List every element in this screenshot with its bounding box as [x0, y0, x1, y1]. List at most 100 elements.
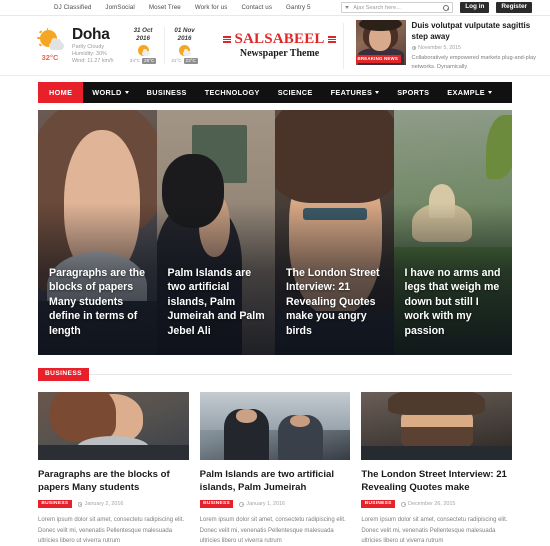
main-navigation: HOME WORLD BUSINESS TECHNOLOGY SCIENCE F… [38, 82, 512, 103]
forecast-date-1a: 31 Oct [133, 27, 153, 35]
forecast-high-1: 28°C [142, 57, 157, 64]
article-excerpt: Lorem ipsum dolor sit amet, consectetu r… [199, 517, 346, 545]
hero-caption-3[interactable]: The London Street Interview: 21 Revealin… [286, 266, 385, 339]
search-input[interactable]: Ajax Search here... [353, 5, 443, 11]
breaking-news-date-row: November 5, 2015 [411, 44, 538, 51]
top-link-work-for-us[interactable]: Work for us [195, 4, 228, 11]
hero-caption-4[interactable]: I have no arms and legs that weigh me do… [405, 266, 504, 339]
breaking-news-date: November 5, 2015 [418, 44, 461, 51]
chevron-down-icon [488, 91, 493, 94]
article-title[interactable]: Paragraphs are the blocks of papers Many… [38, 468, 189, 494]
breaking-news-text: Duis volutpat vulputate sagittis step aw… [411, 20, 538, 71]
forecast-low-1: 34°C [129, 58, 141, 64]
section-title-business[interactable]: BUSINESS [38, 368, 89, 381]
breaking-news-block[interactable]: BREAKING NEWS Duis volutpat vulputate sa… [355, 19, 538, 71]
top-right-group: Ajax Search here... Log in Register [341, 1, 538, 14]
business-section-header: BUSINESS [38, 368, 512, 381]
forecast-day-1: 31 Oct 2016 34°C 28°C [123, 27, 164, 64]
article-card[interactable]: Palm Islands are two artificial islands,… [199, 391, 351, 546]
top-link-contact-us[interactable]: Contact us [241, 4, 272, 11]
bars-right-icon [327, 36, 336, 43]
nav-item-home[interactable]: HOME [38, 82, 84, 103]
clock-icon [239, 501, 244, 507]
article-excerpt: Lorem ipsum dolor sit amet, consectetu r… [38, 517, 185, 545]
top-link-gantry-5[interactable]: Gantry 5 [286, 4, 311, 11]
nav-item-sports[interactable]: SPORTS [388, 82, 438, 103]
top-link-moset-tree[interactable]: Moset Tree [149, 4, 181, 11]
login-button[interactable]: Log in [460, 1, 490, 14]
forecast-date-2a: 01 Nov [174, 27, 195, 35]
hero-caption-1[interactable]: Paragraphs are the blocks of papers Many… [49, 266, 148, 339]
hero-caption-2[interactable]: Palm Islands are two artificial islands,… [168, 266, 267, 339]
weather-city: Doha [72, 26, 110, 44]
nav-item-world[interactable]: WORLD [83, 82, 137, 103]
category-badge[interactable]: BUSINESS [38, 500, 72, 509]
nav-item-example[interactable]: EXAMPLE [438, 82, 501, 103]
forecast-low-2: 31°C [171, 58, 182, 64]
article-date-row: January 2, 2016 [77, 501, 124, 508]
search-icon[interactable] [443, 4, 450, 11]
header-divider [342, 22, 344, 69]
hero-slide-2[interactable]: Palm Islands are two artificial islands,… [156, 110, 275, 355]
section-divider [88, 373, 512, 375]
nav-label-world: WORLD [92, 88, 122, 97]
site-logo[interactable]: SALSABEEL Newspaper Theme [221, 32, 339, 59]
logo-wordmark-row: SALSABEEL [221, 32, 339, 47]
top-link-dj-classified[interactable]: DJ Classified [54, 4, 91, 11]
weather-condition: Partly Cloudy [72, 43, 105, 50]
nav-item-business[interactable]: BUSINESS [138, 82, 196, 103]
nav-label-business: BUSINESS [146, 88, 187, 97]
category-badge[interactable]: BUSINESS [199, 500, 234, 509]
weather-wind: Wind: 11.27 km/h [72, 57, 114, 64]
article-excerpt: Lorem ipsum dolor sit amet, consectetu r… [361, 517, 508, 545]
forecast-date-2b: 2016 [177, 34, 192, 42]
clock-icon [411, 45, 417, 51]
article-date: December 26, 2015 [408, 501, 456, 508]
register-button[interactable]: Register [496, 1, 532, 14]
top-utility-bar: DJ Classified JomSocial Moset Tree Work … [0, 0, 550, 16]
breaking-news-excerpt: Collaboratively empowered markets plug-a… [411, 54, 536, 70]
forecast-temps-2: 31°C 23°C [167, 57, 203, 64]
chevron-down-icon [375, 91, 380, 94]
hero-slider: Paragraphs are the blocks of papers Many… [38, 110, 512, 355]
weather-details: Doha Partly Cloudy Humidity: 30% Wind: 1… [72, 26, 114, 64]
top-link-jomsocial[interactable]: JomSocial [105, 4, 134, 11]
nav-label-sports: SPORTS [397, 88, 430, 97]
business-card-list: Paragraphs are the blocks of papers Many… [38, 391, 513, 546]
forecast-temps-1: 34°C 28°C [125, 57, 162, 64]
ajax-search-box[interactable]: Ajax Search here... [341, 2, 454, 13]
article-card[interactable]: Paragraphs are the blocks of papers Many… [38, 391, 189, 546]
article-thumbnail[interactable] [361, 391, 513, 460]
top-utility-nav: DJ Classified JomSocial Moset Tree Work … [54, 4, 311, 11]
site-header: 32°C Doha Partly Cloudy Humidity: 30% Wi… [0, 16, 550, 76]
hero-slide-1[interactable]: Paragraphs are the blocks of papers Many… [38, 110, 157, 355]
article-date-row: January 1, 2016 [239, 501, 285, 507]
article-date: January 1, 2016 [246, 501, 286, 508]
forecast-date-1b: 2016 [136, 34, 150, 42]
article-date-row: December 26, 2015 [401, 501, 455, 507]
hero-slide-3[interactable]: The London Street Interview: 21 Revealin… [275, 110, 394, 355]
article-title[interactable]: The London Street Interview: 21 Revealin… [361, 468, 512, 494]
breaking-news-title[interactable]: Duis volutpat vulputate sagittis step aw… [412, 21, 536, 43]
logo-name: SALSABEEL [234, 31, 325, 47]
breaking-news-thumbnail[interactable]: BREAKING NEWS [355, 19, 406, 65]
nav-item-technology[interactable]: TECHNOLOGY [196, 82, 269, 103]
nav-label-technology: TECHNOLOGY [204, 88, 260, 97]
article-date: January 2, 2016 [84, 501, 124, 508]
hero-slide-4[interactable]: I have no arms and legs that weigh me do… [393, 110, 512, 355]
article-thumbnail[interactable] [199, 391, 351, 460]
article-thumbnail[interactable] [38, 391, 189, 460]
chevron-down-icon[interactable] [345, 6, 350, 9]
nav-label-example: EXAMPLE [447, 88, 486, 97]
page-root: DJ Classified JomSocial Moset Tree Work … [0, 0, 550, 546]
sun-cloud-icon [36, 27, 64, 52]
nav-item-science[interactable]: SCIENCE [269, 82, 322, 103]
article-card[interactable]: The London Street Interview: 21 Revealin… [361, 391, 513, 546]
weather-widget: 32°C Doha Partly Cloudy Humidity: 30% Wi… [30, 26, 205, 64]
bars-left-icon [223, 36, 232, 43]
article-meta: BUSINESS December 26, 2015 [361, 500, 512, 509]
category-badge[interactable]: BUSINESS [361, 500, 396, 509]
nav-item-features[interactable]: FEATURES [322, 82, 389, 103]
chevron-down-icon [124, 91, 129, 94]
article-title[interactable]: Palm Islands are two artificial islands,… [200, 468, 351, 494]
